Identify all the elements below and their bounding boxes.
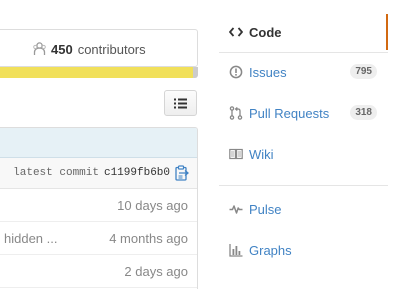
latest-commit-label: latest commit	[13, 167, 99, 179]
clippy-icon[interactable]	[175, 165, 189, 181]
file-age: 4 months ago	[109, 230, 188, 246]
issue-opened-icon	[229, 65, 243, 79]
issues-count-badge: 795	[350, 64, 377, 79]
language-segment-other	[192, 67, 198, 78]
nav-item-pull-requests[interactable]: Pull Requests 318	[219, 95, 388, 131]
nav-label: Issues	[249, 64, 287, 80]
file-row[interactable]: 2 days ago	[0, 255, 197, 288]
book-icon	[229, 148, 243, 160]
nav-label: Graphs	[249, 242, 292, 258]
contributors-count: 450	[51, 41, 73, 57]
repository-sidebar-nav: Code Issues 795 Pull Requests 318 Wiki P…	[219, 14, 388, 289]
git-pull-request-icon	[229, 106, 243, 120]
commit-sha-link[interactable]: c1199fb6b0	[104, 167, 170, 179]
file-list-toggle-button[interactable]	[164, 90, 197, 116]
nav-item-pulse[interactable]: Pulse	[219, 191, 388, 227]
nav-item-wiki[interactable]: Wiki	[219, 136, 388, 172]
file-navigation: latest commit c1199fb6b0 10 days ago hid…	[0, 127, 198, 289]
graph-icon	[229, 244, 243, 257]
nav-item-issues[interactable]: Issues 795	[219, 54, 388, 90]
nav-item-code[interactable]: Code	[219, 14, 388, 50]
list-unordered-icon	[174, 98, 187, 108]
code-icon	[229, 27, 243, 37]
language-segment-primary	[0, 67, 193, 78]
pull-requests-count-badge: 318	[350, 105, 377, 120]
commit-tease	[0, 128, 197, 158]
nav-item-graphs[interactable]: Graphs	[219, 232, 388, 268]
nav-label: Code	[249, 24, 282, 40]
repository-content: 450 contributors latest commit c1199fb6b…	[0, 0, 199, 289]
organization-icon	[33, 42, 46, 55]
nav-divider	[219, 52, 388, 53]
nav-divider	[219, 185, 388, 186]
file-commit-message[interactable]: hidden ...	[4, 231, 58, 246]
file-age: 10 days ago	[117, 197, 188, 213]
file-row[interactable]: hidden ... 4 months ago	[0, 222, 197, 255]
repository-page: 450 contributors latest commit c1199fb6b…	[0, 0, 416, 289]
latest-commit-line: latest commit c1199fb6b0	[0, 158, 197, 189]
nav-label: Pulse	[249, 201, 282, 217]
file-row[interactable]: 10 days ago	[0, 189, 197, 222]
file-age: 2 days ago	[124, 263, 188, 279]
contributors-link[interactable]: 450 contributors	[33, 40, 146, 58]
contributors-label: contributors	[77, 41, 146, 57]
nav-label: Pull Requests	[249, 105, 330, 121]
numbers-summary: 450 contributors	[0, 29, 198, 67]
pulse-icon	[229, 205, 243, 214]
nav-label: Wiki	[249, 146, 274, 162]
language-bar[interactable]	[0, 67, 198, 78]
